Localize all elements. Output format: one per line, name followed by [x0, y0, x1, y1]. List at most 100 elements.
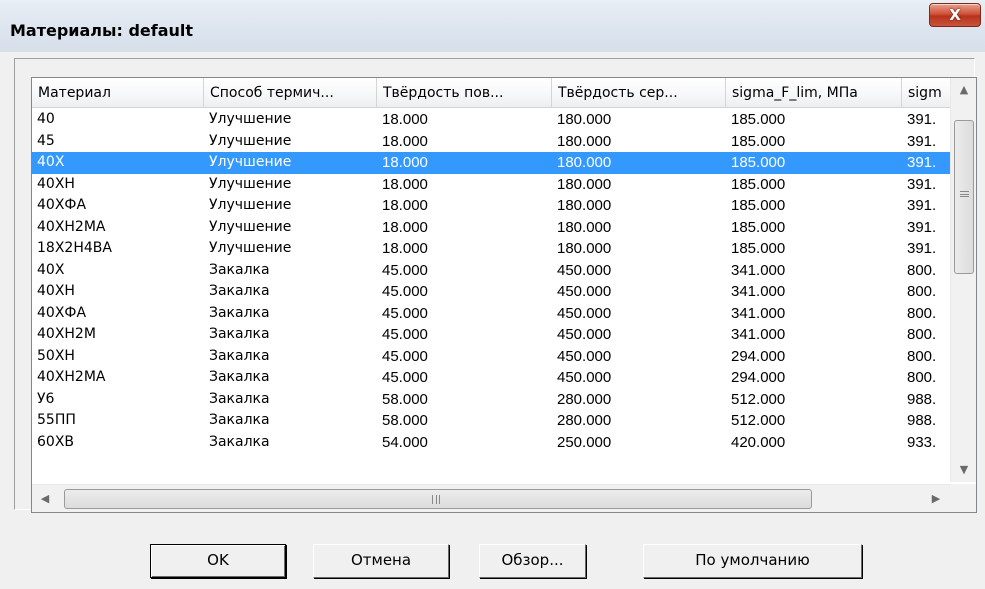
materials-dialog: Материалы: default X Материал Способ тер… [0, 0, 985, 589]
cell-heat-treatment: Закалка [209, 326, 270, 342]
vertical-scroll-thumb[interactable] [954, 120, 974, 274]
cancel-button[interactable]: Отмена [313, 544, 449, 578]
cell-surface-hardness: 45.000 [382, 326, 428, 343]
materials-list[interactable]: Материал Способ термич... Твёрдость пов.… [31, 77, 977, 513]
cell-core-hardness: 450.000 [557, 326, 612, 343]
cell-core-hardness: 180.000 [557, 154, 612, 171]
cell-material: 40Х [37, 261, 65, 278]
cell-core-hardness: 280.000 [557, 412, 612, 429]
cell-sigma-f-lim: 341.000 [731, 261, 786, 279]
cell-heat-treatment: Закалка [209, 390, 270, 407]
table-row[interactable]: 45 Улучшение 18.000 180.000 185.000 391. [32, 131, 952, 153]
cell-material: 40ХН2МА [37, 218, 106, 235]
cell-heat-treatment: Закалка [209, 369, 270, 385]
cell-core-hardness: 450.000 [557, 304, 612, 322]
cell-material: 55ПП [37, 412, 76, 428]
cell-surface-hardness: 54.000 [382, 433, 428, 451]
column-header-heat-treatment[interactable]: Способ термич... [204, 78, 377, 108]
cell-core-hardness: 250.000 [557, 433, 612, 451]
cell-sigma-f-lim: 341.000 [731, 304, 786, 322]
title-bar[interactable]: Материалы: default X [0, 0, 985, 52]
cell-core-hardness: 180.000 [557, 197, 612, 214]
table-row[interactable]: 40Х Улучшение 18.000 180.000 185.000 391. [32, 152, 952, 174]
scroll-down-icon[interactable]: ▼ [953, 460, 975, 480]
cell-material: 60ХВ [37, 433, 75, 450]
cell-surface-hardness: 18.000 [382, 240, 428, 257]
cell-heat-treatment: Закалка [209, 283, 270, 299]
column-header-core-hardness[interactable]: Твёрдость сер... [552, 78, 726, 108]
cell-surface-hardness: 18.000 [382, 111, 428, 128]
cell-heat-treatment: Закалка [209, 304, 270, 321]
table-row[interactable]: 40ХН Закалка 45.000 450.000 341.000 800. [32, 281, 952, 303]
cell-surface-hardness: 18.000 [382, 218, 428, 236]
cell-material: 40ХН2М [37, 326, 96, 342]
cell-sigma: 800. [907, 369, 937, 386]
cell-material: У6 [37, 390, 55, 407]
column-header-sigma-f-lim[interactable]: sigma_F_lim, МПа [726, 78, 902, 108]
table-row[interactable]: 40Х Закалка 45.000 450.000 341.000 800. [32, 260, 952, 282]
cell-sigma: 391. [907, 154, 937, 171]
table-row[interactable]: У6 Закалка 58.000 280.000 512.000 988. [32, 389, 952, 411]
browse-button[interactable]: Обзор... [479, 544, 586, 578]
column-header-material[interactable]: Материал [32, 78, 204, 108]
cell-core-hardness: 450.000 [557, 261, 612, 279]
cell-sigma: 988. [907, 390, 937, 408]
cell-surface-hardness: 45.000 [382, 369, 428, 386]
cell-heat-treatment: Улучшение [209, 154, 292, 170]
table-row[interactable]: 40ХН2МА Улучшение 18.000 180.000 185.000 391. [32, 217, 952, 239]
cell-heat-treatment: Улучшение [209, 197, 292, 213]
cell-sigma-f-lim: 341.000 [731, 326, 786, 343]
cell-heat-treatment: Закалка [209, 347, 270, 364]
scroll-up-icon[interactable]: ▲ [953, 80, 975, 100]
dialog-content: Материал Способ термич... Твёрдость пов.… [0, 52, 985, 589]
cell-core-hardness: 450.000 [557, 283, 612, 300]
close-button[interactable]: X [929, 3, 981, 27]
table-row[interactable]: 40ХН Улучшение 18.000 180.000 185.000 391. [32, 174, 952, 196]
grip-icon [960, 191, 969, 197]
cell-core-hardness: 180.000 [557, 111, 612, 128]
scroll-right-icon[interactable]: ▶ [926, 489, 946, 509]
table-row[interactable]: 50ХН Закалка 45.000 450.000 294.000 800. [32, 346, 952, 368]
horizontal-scrollbar[interactable]: ◀ ▶ [32, 484, 976, 512]
cell-sigma: 391. [907, 175, 937, 193]
cell-surface-hardness: 45.000 [382, 261, 428, 279]
cell-surface-hardness: 18.000 [382, 154, 428, 171]
table-row[interactable]: 40ХН2МА Закалка 45.000 450.000 294.000 800. [32, 367, 952, 389]
table-row[interactable]: 55ПП Закалка 58.000 280.000 512.000 988. [32, 410, 952, 432]
column-header-surface-hardness[interactable]: Твёрдость пов... [377, 78, 552, 108]
scroll-left-icon[interactable]: ◀ [35, 489, 55, 509]
table-row[interactable]: 60ХВ Закалка 54.000 250.000 420.000 933. [32, 432, 952, 454]
cell-surface-hardness: 18.000 [382, 175, 428, 193]
cell-heat-treatment: Улучшение [209, 111, 292, 127]
cell-sigma: 391. [907, 111, 937, 128]
cell-material: 45 [37, 132, 55, 149]
default-button[interactable]: По умолчанию [643, 544, 862, 578]
table-row[interactable]: 40ХН2М Закалка 45.000 450.000 341.000 800. [32, 324, 952, 346]
table-row[interactable]: 40ХФА Улучшение 18.000 180.000 185.000 391. [32, 195, 952, 217]
cell-surface-hardness: 18.000 [382, 132, 428, 150]
cell-surface-hardness: 45.000 [382, 283, 428, 300]
cell-sigma: 391. [907, 218, 937, 236]
cell-core-hardness: 180.000 [557, 132, 612, 150]
cell-core-hardness: 280.000 [557, 390, 612, 408]
cell-sigma: 391. [907, 240, 937, 257]
cell-sigma-f-lim: 185.000 [731, 218, 786, 236]
horizontal-scroll-thumb[interactable] [64, 489, 812, 509]
cell-surface-hardness: 45.000 [382, 304, 428, 322]
vertical-scrollbar[interactable]: ▲ ▼ [950, 78, 976, 482]
cell-material: 18Х2Н4ВА [37, 240, 112, 256]
table-row[interactable]: 40 Улучшение 18.000 180.000 185.000 391. [32, 109, 952, 131]
close-icon: X [949, 6, 961, 24]
cell-material: 40ХН [37, 283, 75, 299]
cell-sigma-f-lim: 294.000 [731, 347, 786, 365]
cell-material: 40ХН2МА [37, 369, 106, 385]
table-row[interactable]: 18Х2Н4ВА Улучшение 18.000 180.000 185.000 391… [32, 238, 952, 260]
cell-material: 40ХН [37, 175, 75, 192]
window-title: Материалы: default [10, 21, 194, 40]
cell-sigma-f-lim: 294.000 [731, 369, 786, 386]
table-row[interactable]: 40ХФА Закалка 45.000 450.000 341.000 800. [32, 303, 952, 325]
cell-sigma-f-lim: 420.000 [731, 433, 786, 451]
scrollbar-corner [950, 484, 976, 512]
cell-heat-treatment: Улучшение [209, 218, 292, 235]
ok-button[interactable]: OK [150, 544, 286, 578]
